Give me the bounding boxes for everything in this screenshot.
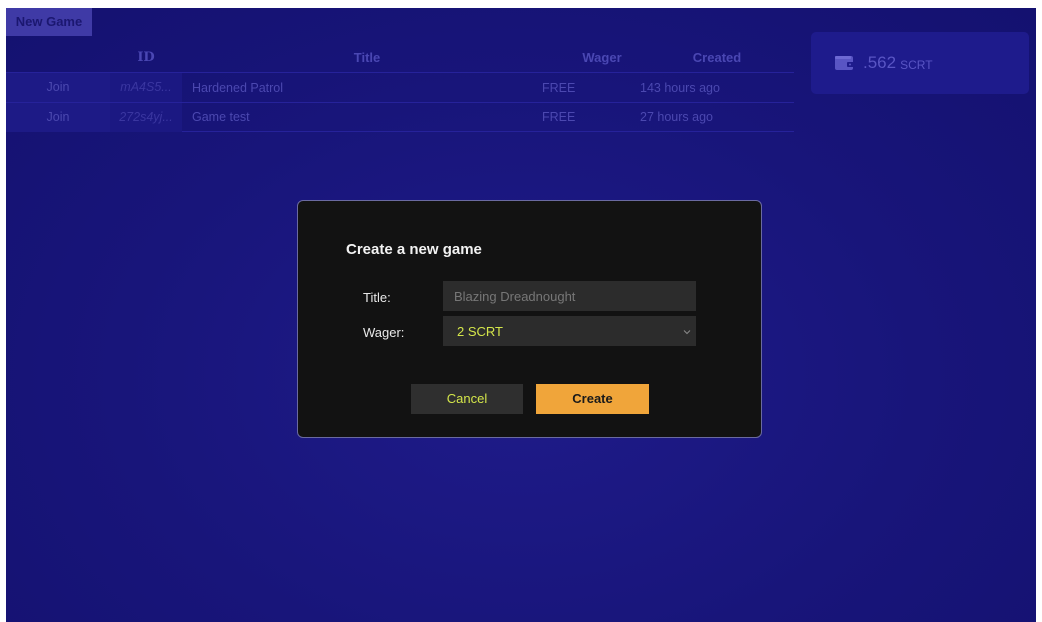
game-created: 143 hours ago — [640, 80, 720, 95]
create-button[interactable]: Create — [536, 384, 649, 414]
wallet-amount: .562 — [863, 53, 897, 72]
game-id: 272s4yj... — [110, 102, 182, 132]
chevron-down-icon — [682, 325, 692, 340]
game-title: Hardened Patrol — [192, 80, 284, 95]
header-wager: Wager — [582, 49, 622, 65]
game-wager: FREE — [542, 110, 576, 124]
header-created: Created — [692, 49, 742, 65]
game-created: 27 hours ago — [640, 110, 713, 124]
join-button[interactable]: Join — [6, 102, 110, 132]
header-title: Title — [353, 49, 381, 65]
new-game-button[interactable]: New Game — [6, 8, 92, 36]
dialog-title: Create a new game — [346, 241, 482, 258]
table-row: Join mA4S5... Hardened Patrol FREE 143 h… — [6, 72, 794, 102]
title-label: Title: — [363, 290, 391, 305]
wallet-unit: SCRT — [900, 57, 933, 72]
table-header: ID Title Wager Created — [6, 42, 794, 72]
title-input[interactable] — [443, 281, 696, 311]
cancel-button[interactable]: Cancel — [411, 384, 523, 414]
header-id: ID — [137, 49, 155, 65]
table-row: Join 272s4yj... Game test FREE 27 hours … — [6, 102, 794, 132]
wager-label: Wager: — [363, 325, 405, 340]
join-button[interactable]: Join — [6, 73, 110, 102]
wallet-balance: .562 SCRT — [811, 32, 1029, 94]
games-table: ID Title Wager Created Join mA4S5... Har… — [6, 42, 794, 132]
game-title: Game test — [192, 110, 250, 124]
game-wager: FREE — [542, 80, 576, 95]
game-id: mA4S5... — [110, 73, 182, 102]
wager-select[interactable]: 2 SCRT — [443, 316, 696, 346]
create-game-dialog: Create a new game Title: Wager: 2 SCRT C… — [297, 200, 762, 438]
wallet-icon — [835, 55, 855, 71]
wager-value: 2 SCRT — [457, 323, 503, 339]
